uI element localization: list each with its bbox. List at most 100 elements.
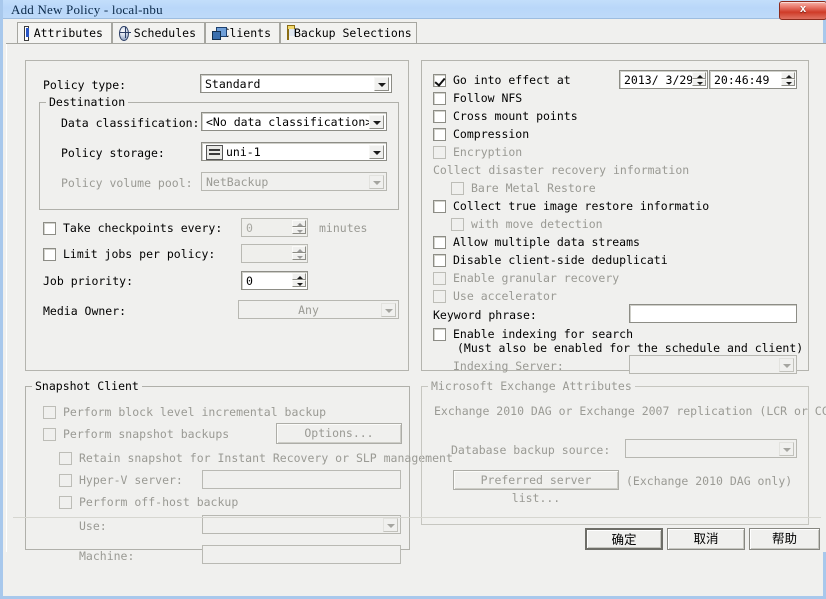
limit-jobs-spin-buttons [292,246,306,261]
disable-client-side-dedup-checkbox[interactable] [433,254,446,267]
tab-clients[interactable]: Clients [205,22,280,43]
perform-snapshot-backups-checkbox [43,428,56,441]
with-move-detection-label: with move detection [471,217,603,231]
exchange-description: Exchange 2010 DAG or Exchange 2007 repli… [434,404,826,418]
dialog-footer: 确定 取消 帮助 [7,508,826,552]
effect-date-spinner[interactable]: 2013/ 3/29 [619,70,708,89]
close-icon: x [799,3,807,15]
cancel-button-label: 取消 [693,531,719,546]
schedules-icon [119,25,131,41]
chevron-down-icon [381,303,396,317]
right-attributes-panel: Go into effect at 2013/ 3/29 20:46:49 Fo… [421,60,809,374]
encryption-checkbox [433,146,446,159]
follow-nfs-checkbox[interactable] [433,92,446,105]
preferred-server-note: (Exchange 2010 DAG only) [626,474,793,488]
go-into-effect-checkbox[interactable] [433,74,446,87]
enable-indexing-checkbox[interactable] [433,328,446,341]
encryption-label: Encryption [453,145,523,159]
take-checkpoints-value: 0 [246,221,253,235]
block-level-incremental-checkbox [43,406,56,419]
take-checkpoints-label: Take checkpoints every: [63,221,223,235]
policy-storage-label: Policy storage: [61,146,165,160]
collect-true-image-checkbox[interactable] [433,200,446,213]
footer-divider [13,517,821,518]
policy-storage-value: uni-1 [226,145,261,159]
keyword-phrase-input[interactable] [629,304,797,323]
storage-unit-icon [206,145,223,160]
take-checkpoints-spinner: 0 [241,218,308,237]
left-attributes-panel: Policy type: Standard Destination Data c… [25,60,409,371]
attributes-tab-content: Policy type: Standard Destination Data c… [6,44,826,564]
hyperv-server-label: Hyper-V server: [79,473,183,487]
attributes-icon [24,25,29,41]
cross-mount-points-checkbox[interactable] [433,110,446,123]
keyword-phrase-label: Keyword phrase: [433,308,537,322]
data-classification-value: <No data classification> [206,115,373,129]
bare-metal-restore-label: Bare Metal Restore [471,181,596,195]
disable-client-side-dedup-label: Disable client-side deduplicati [453,253,668,267]
take-checkpoints-checkbox[interactable] [43,222,56,235]
snapshot-options-button-label: Options... [304,426,374,440]
enable-indexing-hint: (Must also be enabled for the schedule a… [457,341,804,355]
ok-button[interactable]: 确定 [585,528,663,550]
media-owner-value: Any [298,303,319,317]
database-backup-source-combo [625,439,797,458]
follow-nfs-label: Follow NFS [453,91,523,105]
tab-schedules[interactable]: Schedules [112,22,205,43]
destination-group: Destination Data classification: <No dat… [39,96,399,210]
with-move-detection-checkbox [451,218,464,231]
data-classification-combo[interactable]: <No data classification> [201,112,387,131]
take-checkpoints-spin-buttons [292,220,306,235]
chevron-down-icon[interactable] [369,145,384,159]
help-button[interactable]: 帮助 [749,528,820,550]
cross-mount-points-label: Cross mount points [453,109,578,123]
tab-schedules-label: Schedules [133,26,196,40]
policy-storage-combo[interactable]: uni-1 [201,142,387,161]
effect-date-spin-buttons[interactable] [692,72,706,87]
effect-time-value: 20:46:49 [714,73,770,87]
limit-jobs-spinner [241,244,308,263]
job-priority-spin-buttons[interactable] [292,273,306,288]
hyperv-server-checkbox [59,474,72,487]
database-backup-source-label: Database backup source: [451,443,611,457]
use-accelerator-checkbox [433,290,446,303]
policy-volume-pool-label: Policy volume pool: [61,176,193,190]
media-owner-label: Media Owner: [43,304,127,318]
effect-time-spinner[interactable]: 20:46:49 [709,70,797,89]
chevron-down-icon[interactable] [374,77,389,91]
tab-attributes[interactable]: Attributes [17,22,112,43]
job-priority-spinner[interactable]: 0 [241,271,308,290]
collect-disaster-recovery-label: Collect disaster recovery information [433,163,690,177]
retain-snapshot-checkbox [59,452,72,465]
cancel-button[interactable]: 取消 [667,528,745,550]
compression-label: Compression [453,127,530,141]
use-accelerator-label: Use accelerator [453,289,557,303]
limit-jobs-checkbox[interactable] [43,248,56,261]
media-owner-combo: Any [238,300,399,319]
indexing-server-combo [629,355,797,374]
tab-backup-selections[interactable]: Backup Selections [280,22,417,43]
job-priority-label: Job priority: [43,274,134,288]
chevron-down-icon[interactable] [369,115,384,129]
policy-volume-pool-combo: NetBackup [201,172,387,191]
chevron-down-icon [779,442,794,456]
window-title: Add New Policy - local-nbu [11,2,163,17]
title-bar: Add New Policy - local-nbu x [3,0,826,20]
snapshot-options-button: Options... [276,423,402,444]
take-checkpoints-units: minutes [319,221,368,235]
bare-metal-restore-checkbox [451,182,464,195]
data-classification-label: Data classification: [61,116,200,130]
close-button[interactable]: x [779,1,826,20]
exchange-attributes-group: Microsoft Exchange Attributes Exchange 2… [421,380,826,525]
effect-time-spin-buttons[interactable] [781,72,795,87]
collect-true-image-label: Collect true image restore informatio [453,199,710,213]
retain-snapshot-label: Retain snapshot for Instant Recovery or … [79,451,453,465]
allow-multiple-data-streams-checkbox[interactable] [433,236,446,249]
snapshot-client-legend: Snapshot Client [32,380,142,392]
policy-dialog-window: Add New Policy - local-nbu x Attributes … [0,0,826,599]
policy-type-combo[interactable]: Standard [200,74,392,93]
preferred-server-list-label: Preferred server list... [480,473,592,505]
compression-checkbox[interactable] [433,128,446,141]
policy-type-value: Standard [205,77,261,91]
limit-jobs-label: Limit jobs per policy: [63,247,216,261]
